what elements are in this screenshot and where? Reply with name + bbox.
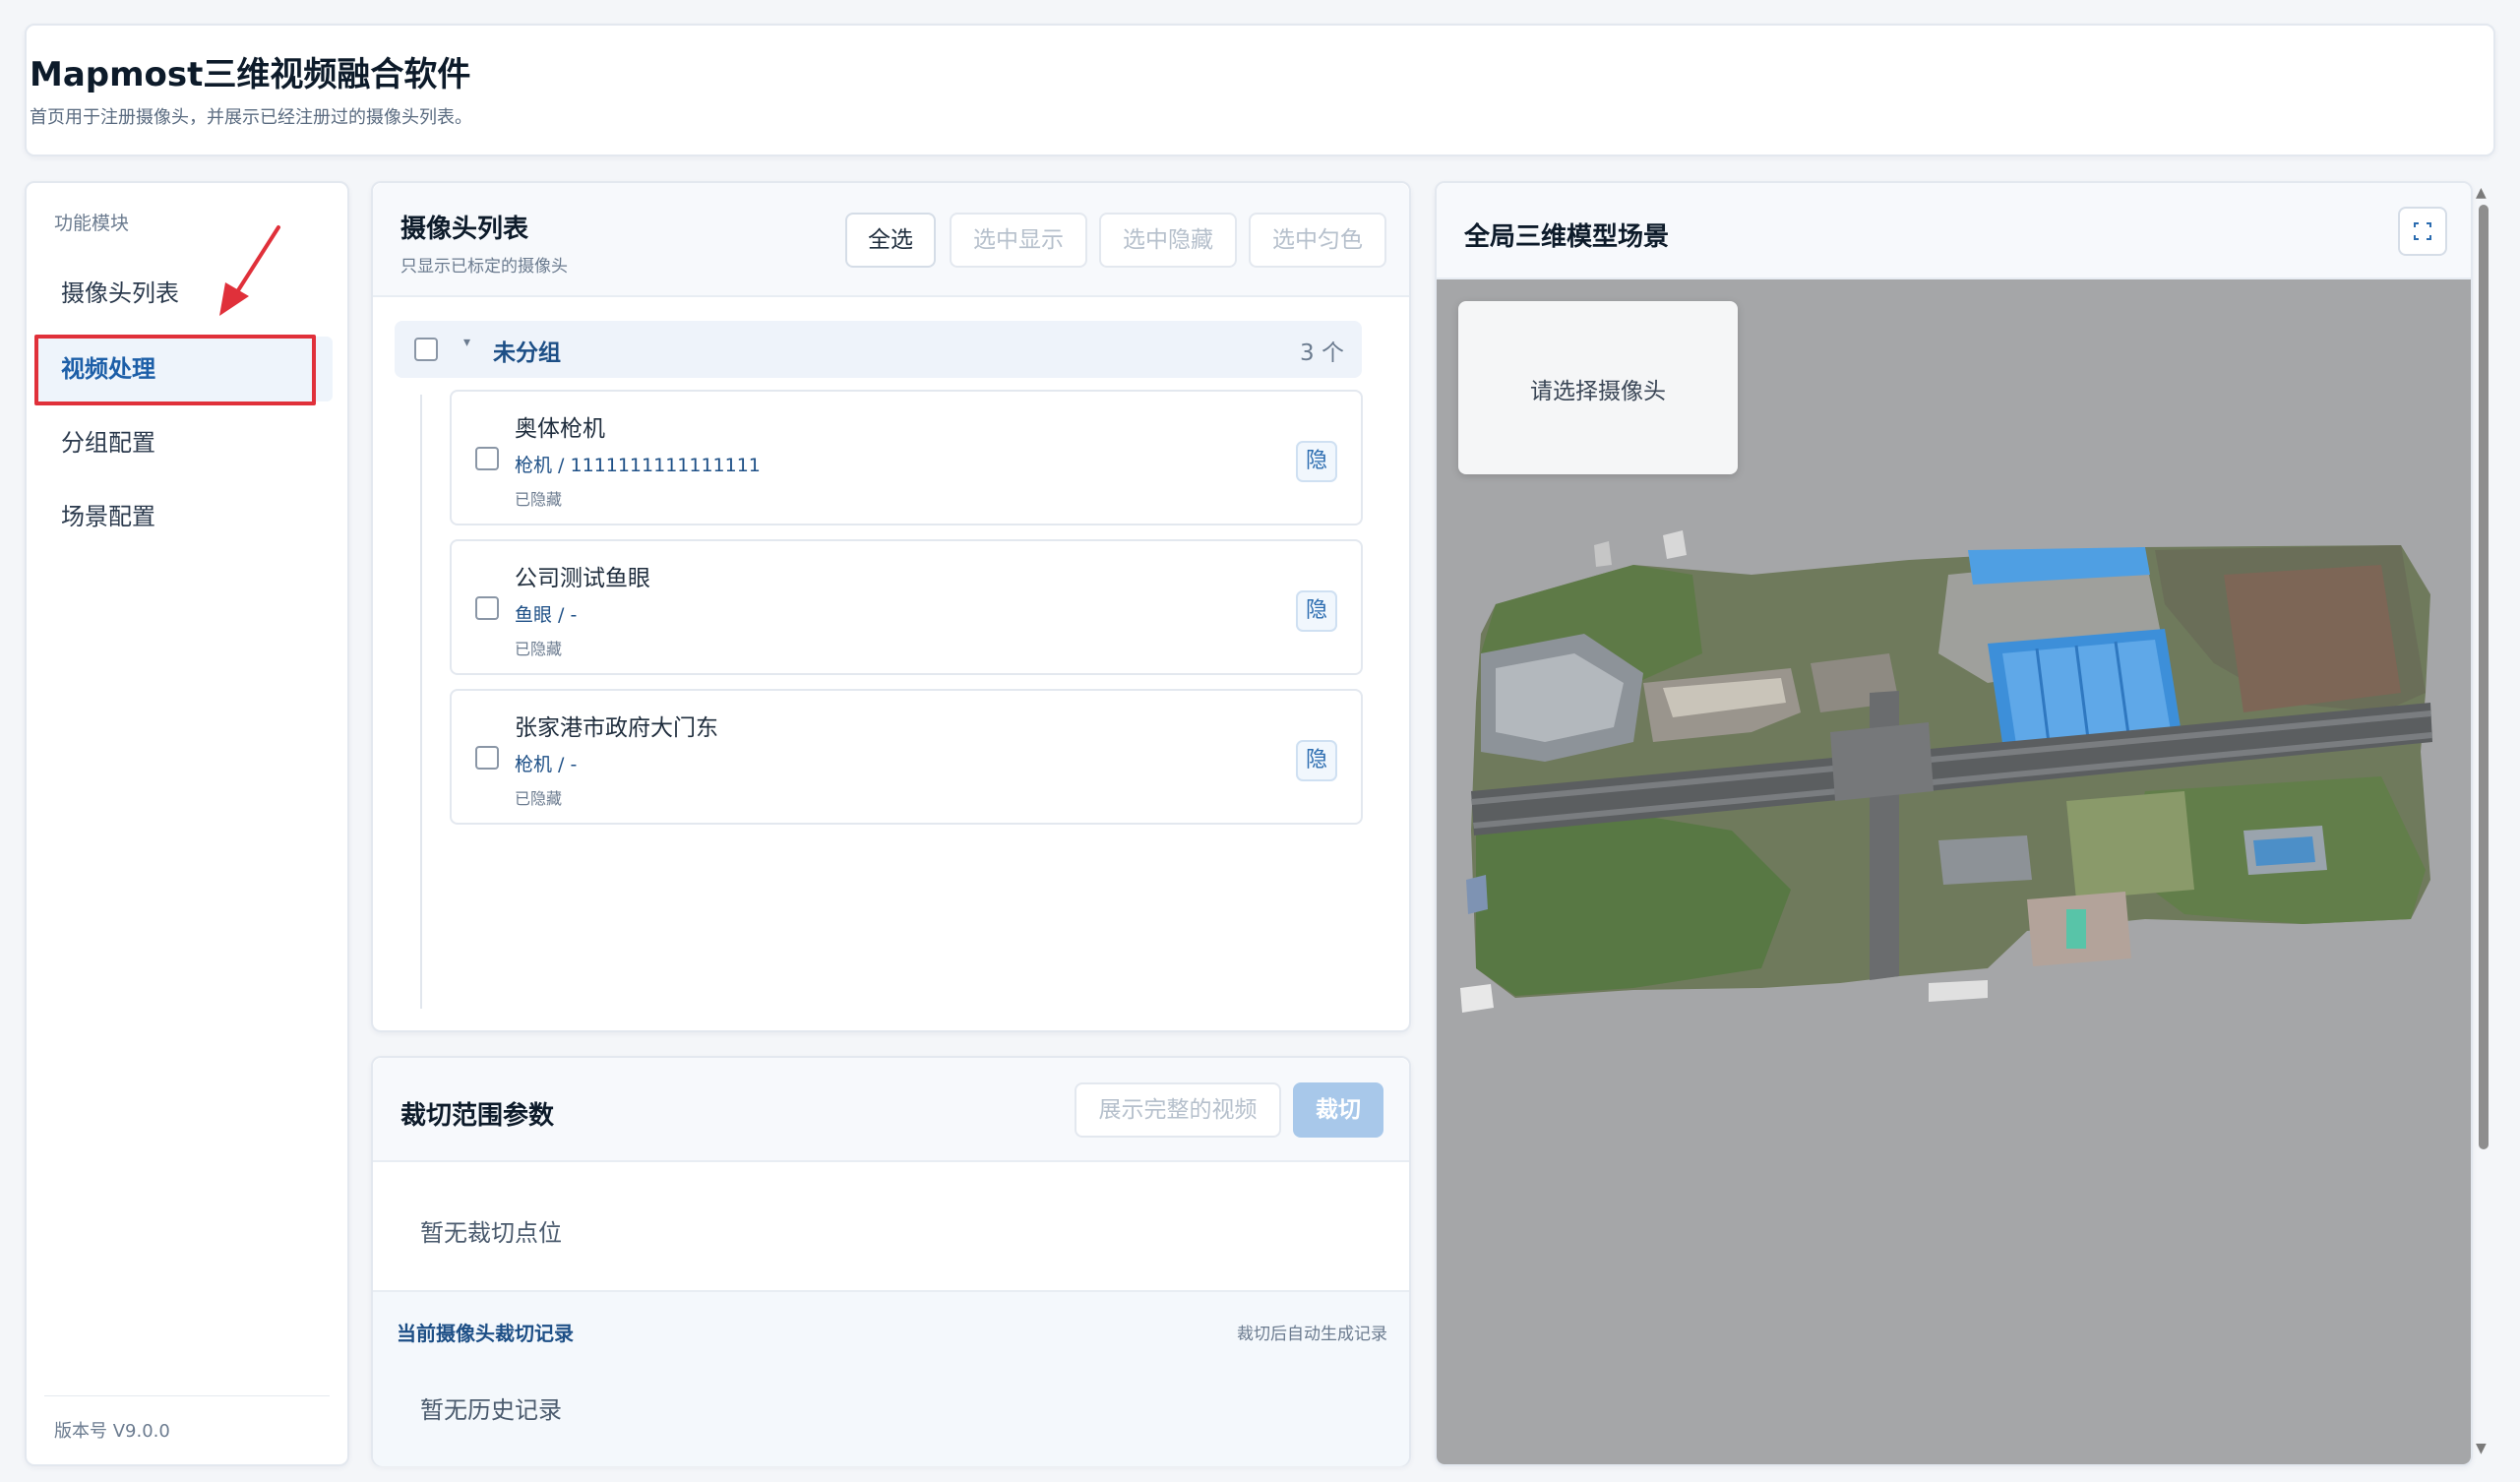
- camera-checkbox[interactable]: [475, 447, 499, 470]
- camera-name: 张家港市政府大门东: [515, 715, 718, 741]
- scroll-thumb[interactable]: [2479, 205, 2489, 1149]
- crop-panel-title: 裁切范围参数: [400, 1101, 555, 1131]
- camera-state: 已隐藏: [515, 789, 563, 808]
- camera-card[interactable]: 奥体枪机 枪机 / 1111111111111111 已隐藏 隐: [450, 390, 1363, 525]
- scene-panel: 全局三维模型场景 请选择摄像头: [1435, 181, 2473, 1466]
- tree-connector-line: [420, 395, 422, 1009]
- camera-panel-subtitle: 只显示已标定的摄像头: [400, 257, 568, 277]
- select-camera-popup: 请选择摄像头: [1458, 301, 1738, 474]
- crop-panel-header: 裁切范围参数 展示完整的视频 裁切: [373, 1058, 1409, 1162]
- sidebar-item-camera-list[interactable]: 摄像头列表: [34, 261, 333, 326]
- camera-state: 已隐藏: [515, 640, 563, 658]
- hide-camera-button[interactable]: 隐: [1296, 441, 1337, 482]
- module-section-label: 功能模块: [54, 213, 130, 234]
- hide-selected-button[interactable]: 选中隐藏: [1099, 213, 1237, 268]
- sidebar-item-group-config[interactable]: 分组配置: [34, 410, 333, 475]
- fullscreen-icon: [2414, 222, 2431, 240]
- crop-button[interactable]: 裁切: [1293, 1082, 1383, 1138]
- color-selected-button[interactable]: 选中匀色: [1249, 213, 1386, 268]
- camera-meta: 鱼眼 / -: [515, 604, 578, 626]
- hide-camera-button[interactable]: 隐: [1296, 590, 1337, 632]
- camera-panel-title: 摄像头列表: [400, 215, 529, 244]
- app-subtitle: 首页用于注册摄像头，并展示已经注册过的摄像头列表。: [30, 107, 472, 128]
- crop-history-hint: 裁切后自动生成记录: [1237, 1325, 1387, 1344]
- fullscreen-button[interactable]: [2398, 207, 2447, 256]
- 3d-scene-viewport[interactable]: 请选择摄像头: [1437, 279, 2471, 1464]
- select-all-button[interactable]: 全选: [845, 213, 936, 268]
- crop-history-title: 当前摄像头裁切记录: [397, 1322, 574, 1345]
- version-label: 版本号 V9.0.0: [54, 1421, 170, 1442]
- empty-history-text: 暂无历史记录: [420, 1396, 562, 1424]
- scene-panel-title: 全局三维模型场景: [1464, 222, 1670, 252]
- camera-state: 已隐藏: [515, 490, 563, 509]
- camera-meta: 枪机 / -: [515, 754, 578, 775]
- group-name: 未分组: [493, 340, 561, 366]
- camera-list-panel: 摄像头列表 只显示已标定的摄像头 全选 选中显示 选中隐藏 选中匀色 ▾ 未分组…: [371, 181, 1411, 1032]
- group-count: 3 个: [1300, 340, 1344, 366]
- select-camera-prompt: 请选择摄像头: [1530, 379, 1666, 404]
- page-scrollbar[interactable]: ▲ ▼: [2475, 181, 2492, 1466]
- show-selected-button[interactable]: 选中显示: [950, 213, 1087, 268]
- crop-params-panel: 裁切范围参数 展示完整的视频 裁切 暂无裁切点位 当前摄像头裁切记录 裁切后自动…: [371, 1056, 1411, 1466]
- caret-down-icon[interactable]: ▾: [463, 335, 470, 350]
- crop-history-section: 当前摄像头裁切记录 裁切后自动生成记录 暂无历史记录: [373, 1290, 1409, 1466]
- hide-camera-button[interactable]: 隐: [1296, 740, 1337, 781]
- camera-checkbox[interactable]: [475, 596, 499, 620]
- sidebar-item-scene-config[interactable]: 场景配置: [34, 484, 333, 549]
- camera-name: 公司测试鱼眼: [515, 566, 650, 591]
- group-row[interactable]: ▾ 未分组 3 个: [395, 321, 1362, 378]
- camera-panel-header: 摄像头列表 只显示已标定的摄像头 全选 选中显示 选中隐藏 选中匀色: [373, 183, 1409, 297]
- camera-card[interactable]: 公司测试鱼眼 鱼眼 / - 已隐藏 隐: [450, 539, 1363, 675]
- annotation-arrow-icon: [219, 225, 280, 316]
- camera-name: 奥体枪机: [515, 416, 605, 442]
- scene-panel-header: 全局三维模型场景: [1437, 183, 2471, 279]
- group-checkbox[interactable]: [414, 338, 438, 361]
- sidebar-divider: [44, 1395, 330, 1396]
- empty-crop-text: 暂无裁切点位: [420, 1219, 562, 1247]
- scroll-up-icon[interactable]: ▲: [2476, 185, 2487, 201]
- sidebar-item-video-processing[interactable]: 视频处理: [34, 337, 333, 401]
- app-title: Mapmost三维视频融合软件: [30, 55, 471, 94]
- scroll-down-icon[interactable]: ▼: [2476, 1441, 2487, 1456]
- camera-checkbox[interactable]: [475, 746, 499, 770]
- camera-card[interactable]: 张家港市政府大门东 枪机 / - 已隐藏 隐: [450, 689, 1363, 825]
- camera-meta: 枪机 / 1111111111111111: [515, 455, 761, 476]
- show-full-video-button[interactable]: 展示完整的视频: [1075, 1082, 1281, 1138]
